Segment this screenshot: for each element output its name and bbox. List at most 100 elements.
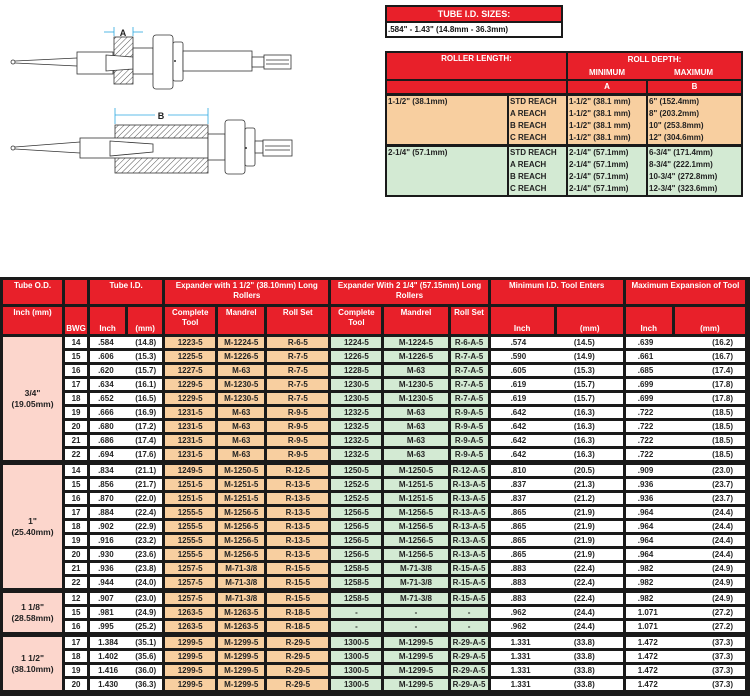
roll-set-2-25: R-9-A-5 — [450, 421, 491, 435]
mandrel-1-5: M-1230-5 — [218, 393, 268, 407]
complete-tool-1-5: 1251-5 — [165, 493, 219, 507]
roller-length-value: 1-1/2" (38.1mm) — [387, 93, 507, 144]
bwg-cell: 22 — [65, 577, 91, 591]
mandrel-2-25: M-1299-5 — [384, 679, 451, 693]
min-id-mm: (24.4) — [556, 607, 626, 621]
mandrel-1-5: M-1299-5 — [218, 679, 268, 693]
table-row: 15.606 (15.3) 1225-5 M-1226-5 R-7-5 1226-5 M-1… — [3, 351, 748, 365]
mandrel-1-5: M-71-3/8 — [218, 577, 268, 591]
max-expansion-mm: (24.9) — [674, 563, 748, 577]
max-expansion-inch: 1.071 — [625, 621, 675, 635]
complete-tool-2-25: 1232-5 — [331, 407, 385, 421]
min-id-mm: (22.4) — [556, 577, 626, 591]
min-id-mm: (21.9) — [556, 521, 626, 535]
complete-tool-2-25: 1252-5 — [331, 493, 385, 507]
min-id-mm: (15.7) — [556, 379, 626, 393]
roll-set-1-5: R-18-5 — [267, 621, 332, 635]
complete-tool-1-5: 1223-5 — [165, 337, 219, 351]
min-depth: 2-1/4" (57.1mm) — [566, 183, 646, 195]
max-depth: 6-3/4" (171.4mm) — [646, 144, 741, 159]
max-expansion-inch: .909 — [625, 463, 675, 479]
roll-set-2-25: R-29-A-5 — [450, 679, 491, 693]
max-expansion-mm: (37.3) — [674, 679, 748, 693]
mandrel-1-5: M-1250-5 — [218, 463, 268, 479]
tube-id-inch: .680 — [90, 421, 129, 435]
roll-set-2-25: R-7-A-5 — [450, 351, 491, 365]
max-expansion-mm: (18.5) — [674, 421, 748, 435]
table-row: 20.930 (23.6) 1255-5 M-1256-5 R-13-5 1256-5 M-… — [3, 549, 748, 563]
header-maximum-expansion: Maximum Expansion of Tool — [625, 280, 748, 307]
mandrel-2-25: M-1256-5 — [384, 507, 451, 521]
tube-id-inch: .856 — [90, 479, 129, 493]
bwg-cell: 19 — [65, 535, 91, 549]
mandrel-1-5: M-63 — [218, 435, 268, 449]
min-id-inch: .590 — [490, 351, 557, 365]
header-od-inch-mm: Inch (mm) — [3, 307, 66, 337]
max-depth: 12-3/4" (323.6mm) — [646, 183, 741, 195]
roll-set-2-25: R-6-A-5 — [450, 337, 491, 351]
tube-id-inch: .944 — [90, 577, 129, 591]
complete-tool-1-5: 1231-5 — [165, 435, 219, 449]
min-id-inch: 1.331 — [490, 635, 557, 651]
bwg-cell: 18 — [65, 393, 91, 407]
roll-set-2-25: R-13-A-5 — [450, 535, 491, 549]
mandrel-1-5: M-1299-5 — [218, 665, 268, 679]
mandrel-2-25: M-71-3/8 — [384, 591, 451, 607]
roll-set-1-5: R-15-5 — [267, 577, 332, 591]
tube-od-cell: 1 1/2" (38.10mm) — [3, 635, 66, 693]
mandrel-1-5: M-63 — [218, 421, 268, 435]
tube-id-inch: .981 — [90, 607, 129, 621]
complete-tool-1-5: 1299-5 — [165, 679, 219, 693]
min-id-inch: 1.331 — [490, 679, 557, 693]
complete-tool-2-25: 1232-5 — [331, 449, 385, 463]
tube-od-inch: 1 1/8" — [21, 601, 44, 612]
min-id-mm: (33.8) — [556, 635, 626, 651]
complete-tool-2-25: 1300-5 — [331, 679, 385, 693]
max-expansion-mm: (24.4) — [674, 549, 748, 563]
max-expansion-inch: .936 — [625, 493, 675, 507]
header-id-inch: Inch — [90, 307, 129, 337]
mandrel-1-5: M-1256-5 — [218, 549, 268, 563]
min-id-inch: .837 — [490, 479, 557, 493]
roll-set-1-5: R-13-5 — [267, 493, 332, 507]
table-row: 17.884 (22.4) 1255-5 M-1256-5 R-13-5 1256-5 M-… — [3, 507, 748, 521]
tube-od-cell: 1 1/8" (28.58mm) — [3, 591, 66, 635]
mandrel-1-5: M-1256-5 — [218, 535, 268, 549]
tube-id-mm: (35.6) — [128, 651, 166, 665]
max-expansion-inch: .722 — [625, 449, 675, 463]
roll-set-2-25: R-9-A-5 — [450, 449, 491, 463]
complete-tool-1-5: 1257-5 — [165, 577, 219, 591]
min-id-mm: (33.8) — [556, 679, 626, 693]
table-row: 18 1.402 (35.6) 1299-5 M-1299-5 R-29-5 1300-5 M… — [3, 651, 748, 665]
max-expansion-mm: (24.4) — [674, 521, 748, 535]
mandrel-2-25: M-1230-5 — [384, 379, 451, 393]
tube-id-inch: .620 — [90, 365, 129, 379]
min-depth: 1-1/2" (38.1 mm) — [566, 108, 646, 120]
max-expansion-mm: (24.9) — [674, 591, 748, 607]
max-expansion-mm: (16.2) — [674, 337, 748, 351]
table-row: 16.995 (25.2) 1263-5 M-1263-5 R-18-5- - - .962(… — [3, 621, 748, 635]
mandrel-2-25: M-63 — [384, 435, 451, 449]
header-min-inch: Inch — [490, 307, 557, 337]
min-id-inch: .883 — [490, 563, 557, 577]
max-expansion-inch: 1.472 — [625, 679, 675, 693]
max-expansion-inch: .699 — [625, 379, 675, 393]
tube-id-mm: (23.6) — [128, 549, 166, 563]
max-expansion-mm: (23.7) — [674, 479, 748, 493]
roll-set-2-25: R-13-A-5 — [450, 507, 491, 521]
roll-set-2-25: - — [450, 621, 491, 635]
tube-id-mm: (22.4) — [128, 507, 166, 521]
tube-id-inch: .834 — [90, 463, 129, 479]
complete-tool-1-5: 1299-5 — [165, 635, 219, 651]
min-id-inch: .865 — [490, 521, 557, 535]
header-roll-set-1: Roll Set — [267, 307, 332, 337]
min-id-mm: (20.5) — [556, 463, 626, 479]
bwg-cell: 20 — [65, 549, 91, 563]
max-expansion-mm: (37.3) — [674, 665, 748, 679]
table-row: 22.944 (24.0) 1257-5 M-71-3/8 R-15-5 1258-5 M-… — [3, 577, 748, 591]
tube-id-inch: .606 — [90, 351, 129, 365]
roll-set-1-5: R-13-5 — [267, 521, 332, 535]
bwg-cell: 20 — [65, 679, 91, 693]
complete-tool-1-5: 1255-5 — [165, 507, 219, 521]
header-tube-od: Tube O.D. — [3, 280, 66, 307]
